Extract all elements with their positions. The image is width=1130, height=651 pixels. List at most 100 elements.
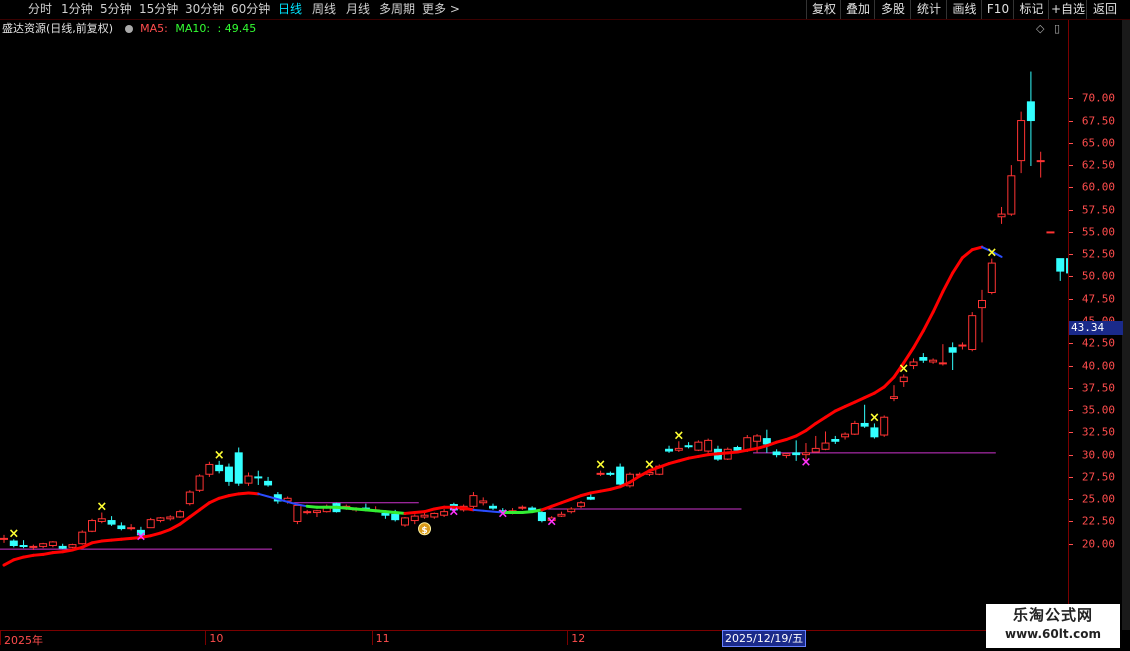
tool-button-4[interactable]: 画线 [946,0,982,19]
candle-body-58 [567,508,576,513]
signal-yellow-x-2: × [214,448,225,463]
candle-body-4 [39,543,48,547]
candle-body-16 [156,517,165,522]
candle-body-61 [596,472,605,475]
period-tab-0[interactable]: 分时 [28,0,52,19]
candle-body-99 [968,315,977,351]
y-tick-label-2: 65.00 [1081,136,1115,150]
ma-segment-85 [833,405,847,413]
tool-button-2[interactable]: 多股 [874,0,911,19]
candle-body-7 [68,544,77,548]
y-tick-mark-17 [1069,476,1073,478]
signal-yellow-x-4: × [644,458,655,473]
candle-body-18 [176,511,185,518]
ma-segment-80 [784,434,798,441]
ma-segment-17 [168,522,182,531]
ma-segment-49 [482,509,494,513]
ma-segment-19 [188,508,202,519]
period-tab-5[interactable]: 60分钟 [231,0,270,19]
period-tab-6[interactable]: 日线 [278,0,302,19]
tool-button-5[interactable]: F10 [981,0,1014,19]
candle-body-8 [78,531,87,545]
period-tab-7[interactable]: 周线 [312,0,336,19]
tool-button-1[interactable]: 叠加 [840,0,875,19]
y-tick-label-11: 42.50 [1081,336,1115,350]
candle-body-97 [948,347,957,353]
signal-magenta-x-2: × [497,506,508,521]
candle-body-32 [312,510,321,514]
watermark: 乐淘公式网 www.60lt.com [986,604,1120,648]
candle-body-1 [9,540,18,547]
ma-segment-48 [472,508,485,512]
candle-body-21 [205,463,214,475]
candle-body-85 [831,438,840,442]
y-tick-mark-19 [1069,521,1073,523]
period-tab-9[interactable]: 多周期 [379,0,415,19]
ma-segment-84 [824,409,837,419]
tool-button-7[interactable]: +自选 [1048,0,1087,19]
ma-segment-86 [843,400,857,409]
tool-button-6[interactable]: 标记 [1013,0,1049,19]
ma-segment-96 [941,271,955,294]
period-tab-3[interactable]: 15分钟 [139,0,178,19]
x-tick-label-1: 10 [209,632,224,645]
candle-body-30 [293,504,302,522]
candle-body-39 [381,512,390,516]
x-tick-label-3: 12 [571,632,586,645]
candle-body-23 [224,466,233,482]
period-tab-1[interactable]: 1分钟 [61,0,93,19]
y-tick-mark-14 [1069,410,1073,412]
candle-body-93 [909,361,918,367]
ma-segment-62 [608,485,622,491]
candle-body-87 [850,422,859,435]
y-tick-label-4: 60.00 [1081,180,1115,194]
candle-body-100 [978,300,986,309]
tool-button-0[interactable]: 复权 [806,0,841,19]
tool-button-8[interactable]: 返回 [1086,0,1123,19]
candle-body-42 [410,515,419,522]
period-tab-2[interactable]: 5分钟 [100,0,132,19]
signal-yellow-x-7: × [898,361,909,376]
y-tick-mark-3 [1069,165,1073,167]
candle-body-68 [665,448,674,452]
ma-segment-99 [970,245,984,252]
candle-body-5 [48,541,57,547]
candle-body-94 [919,357,928,361]
candle-body-98 [958,344,967,347]
side-info-strip [1122,20,1130,630]
y-tick-mark-5 [1069,209,1073,211]
ma-segment-18 [178,515,192,526]
y-tick-label-19: 22.50 [1081,514,1115,528]
candle-body-84 [821,442,830,450]
candle-body-25 [244,475,253,484]
signal-magenta-x-0: × [135,530,146,545]
ma-segment-98 [960,248,974,260]
candlestick-chart[interactable]: × × × × × × × × × × × × × × $ [0,20,1068,630]
candle-body-83 [811,447,820,453]
period-tab-8[interactable]: 月线 [346,0,370,19]
y-tick-label-8: 50.00 [1081,269,1115,283]
top-toolbar: 分时 1分钟 5分钟 15分钟 30分钟 60分钟 日线 周线 月线 多周期 更多 > 复权 叠加 多股… [0,0,1130,20]
signal-magenta-x-1: × [448,505,459,520]
y-tick-mark-13 [1069,387,1073,389]
y-tick-mark-12 [1069,365,1073,367]
candle-body-89 [870,427,879,438]
candle-body-19 [185,491,194,505]
x-tick-label-2: 11 [375,632,390,645]
candle-body-86 [841,433,850,438]
candle-body-10 [97,518,106,522]
tool-button-3[interactable]: 统计 [910,0,947,19]
ma-segment-0 [2,558,16,567]
ma-segment-88 [863,391,876,400]
period-tab-10[interactable]: 更多 > [422,0,460,19]
candle-body-53 [518,506,527,509]
candle-body-12 [117,525,126,530]
candle-body-95 [929,359,938,363]
x-separator-2 [371,631,373,645]
period-tab-4[interactable]: 30分钟 [185,0,224,19]
candle-body-49 [479,500,488,504]
candle-body-92 [899,376,908,383]
signal-yellow-x-6: × [869,410,880,425]
candle-body-81 [792,452,801,456]
y-tick-mark-9 [1069,298,1073,300]
